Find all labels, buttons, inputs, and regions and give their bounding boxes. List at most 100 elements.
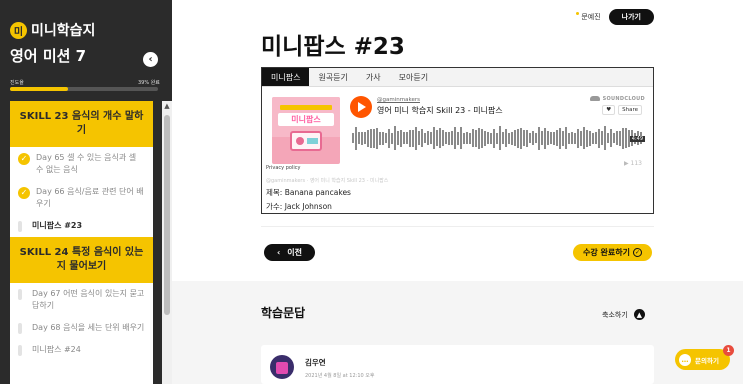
progress-percent: 39% 완료 — [138, 80, 160, 86]
progress-bar — [10, 87, 158, 91]
skill-header[interactable]: SKILL 23 음식의 개수 말하기 — [10, 101, 153, 147]
scroll-up-arrow-icon[interactable]: ▲ — [162, 101, 172, 111]
main-content: 문예진 나가기 미니팝스 #23 미니팝스 원곡듣기 가사 모아듣기 미니팝스 … — [172, 0, 743, 384]
waveform-bar — [526, 129, 528, 147]
lesson-label: Day 67 어떤 음식이 있는지 묻고 답하기 — [32, 289, 145, 310]
soundcloud-player: 미니팝스 Privacy policy @gaminmakers 영어 미니 학… — [265, 91, 650, 173]
waveform-bar — [499, 126, 501, 150]
soundcloud-icon — [589, 96, 600, 101]
lesson-item[interactable]: ✓ Day 65 셀 수 있는 음식과 셀 수 없는 음식 — [10, 147, 153, 181]
collapse-toggle[interactable]: 축소하기 ▲ — [602, 309, 645, 320]
waveform-bar — [406, 132, 408, 144]
exit-button[interactable]: 나가기 — [608, 9, 654, 25]
comment-date: 2021년 4월 8일 at 12:10 오후 — [305, 373, 375, 379]
waveform-bar — [484, 130, 486, 146]
check-icon: ✓ — [18, 187, 30, 199]
chat-button[interactable]: … 문의하기 — [675, 349, 730, 370]
waveform-bar — [421, 129, 423, 147]
lesson-marker-icon — [18, 323, 22, 334]
waveform-bar — [571, 132, 573, 144]
album-art: 미니팝스 — [272, 97, 340, 164]
complete-button[interactable]: 수강 완료하기 ✓ — [573, 244, 652, 261]
lesson-label: Day 65 셀 수 있는 음식과 셀 수 없는 음식 — [36, 153, 137, 174]
play-count: ▶ 113 — [624, 160, 642, 167]
dot-icon — [576, 12, 580, 15]
sidebar-scrollbar[interactable]: ▲ — [162, 101, 172, 384]
waveform-bar — [376, 127, 378, 149]
waveform-bar — [385, 133, 387, 143]
soundcloud-logo[interactable]: SOUNDCLOUD — [589, 96, 645, 102]
share-button[interactable]: Share — [618, 105, 642, 115]
scrollbar-thumb[interactable] — [164, 115, 170, 315]
waveform-bar — [475, 129, 477, 147]
lesson-label: 미니팝스 #23 — [32, 221, 83, 230]
waveform-bar — [559, 127, 561, 149]
waveform-bar — [607, 133, 609, 143]
waveform-bar — [373, 128, 375, 148]
privacy-policy-link[interactable]: Privacy policy — [266, 165, 300, 171]
lesson-list: SKILL 23 음식의 개수 말하기 ✓ Day 65 셀 수 있는 음식과 … — [10, 101, 153, 384]
user-link[interactable]: 문예진 — [576, 12, 601, 22]
qa-section: 학습문답 축소하기 ▲ 김우연 2021년 4월 8일 at 12:10 오후 — [172, 281, 743, 384]
prev-button[interactable]: ‹ 이전 — [264, 244, 315, 261]
waveform-bar — [487, 132, 489, 144]
radio-icon — [290, 131, 322, 151]
waveform-bar — [514, 130, 516, 146]
lesson-item[interactable]: ✓ Day 66 음식/음료 관련 단어 배우기 — [10, 181, 153, 215]
lesson-label: 미니팝스 #24 — [32, 345, 81, 354]
lesson-item[interactable]: Day 68 음식을 세는 단위 배우기 — [10, 317, 153, 339]
waveform-bar — [535, 133, 537, 143]
lesson-marker-icon — [18, 221, 22, 232]
waveform-bar — [361, 131, 363, 145]
mission-title: 영어 미션 7 — [10, 47, 87, 65]
waveform-bar — [445, 132, 447, 144]
waveform-bar — [556, 130, 558, 146]
waveform-bar — [505, 129, 507, 147]
sidebar: 미 미니학습지 영어 미션 7 ‹ 진도율 39% 완료 SKILL 23 음식… — [0, 0, 172, 384]
track-title[interactable]: 영어 미니 학습지 Skill 23 - 미니팝스 — [377, 105, 503, 116]
waveform-bar — [568, 132, 570, 144]
play-icon — [358, 102, 366, 112]
waveform-bar — [577, 128, 579, 148]
waveform[interactable] — [352, 124, 645, 152]
lesson-item-current[interactable]: 미니팝스 #23 — [10, 215, 153, 237]
waveform-bar — [523, 130, 525, 146]
waveform-bar — [397, 131, 399, 145]
waveform-bar — [478, 127, 480, 149]
waveform-bar — [544, 127, 546, 149]
waveform-bar — [430, 132, 432, 144]
waveform-bar — [463, 132, 465, 144]
waveform-bar — [466, 132, 468, 144]
waveform-bar — [439, 128, 441, 148]
like-button[interactable]: ♥ — [602, 105, 616, 115]
uploader-link[interactable]: @gaminmakers — [377, 97, 420, 103]
chevron-left-icon: ‹ — [276, 248, 281, 257]
lesson-item[interactable]: Day 67 어떤 음식이 있는지 묻고 답하기 — [10, 283, 153, 317]
logo-badge-icon: 미 — [10, 21, 27, 39]
player-actions: ♥ Share — [602, 105, 642, 115]
waveform-bar — [454, 127, 456, 149]
tab-minipops[interactable]: 미니팝스 — [262, 68, 310, 86]
waveform-bar — [352, 133, 354, 143]
play-button[interactable] — [350, 96, 372, 118]
album-art-title: 미니팝스 — [278, 113, 334, 126]
check-circle-icon: ✓ — [632, 248, 642, 257]
waveform-bar — [367, 129, 369, 147]
tab-collection[interactable]: 모아듣기 — [390, 68, 437, 86]
waveform-bar — [538, 126, 540, 150]
comment-card: 김우연 2021년 4월 8일 at 12:10 오후 — [261, 345, 654, 384]
tab-original[interactable]: 원곡듣기 — [309, 68, 356, 86]
chevron-left-icon[interactable]: ‹ — [143, 52, 158, 67]
user-link-label: 문예진 — [581, 13, 601, 21]
tab-lyrics[interactable]: 가사 — [357, 68, 390, 86]
lesson-item[interactable]: 미니팝스 #24 — [10, 339, 153, 361]
waveform-bar — [589, 130, 591, 146]
waveform-bar — [472, 129, 474, 147]
waveform-bar — [598, 128, 600, 148]
waveform-bar — [553, 131, 555, 145]
waveform-bar — [562, 130, 564, 146]
skill-header[interactable]: SKILL 24 특정 음식이 있는지 물어보기 — [10, 237, 153, 283]
waveform-bar — [625, 128, 627, 148]
logo[interactable]: 미 미니학습지 — [10, 20, 95, 40]
logo-text: 미니학습지 — [31, 23, 96, 39]
